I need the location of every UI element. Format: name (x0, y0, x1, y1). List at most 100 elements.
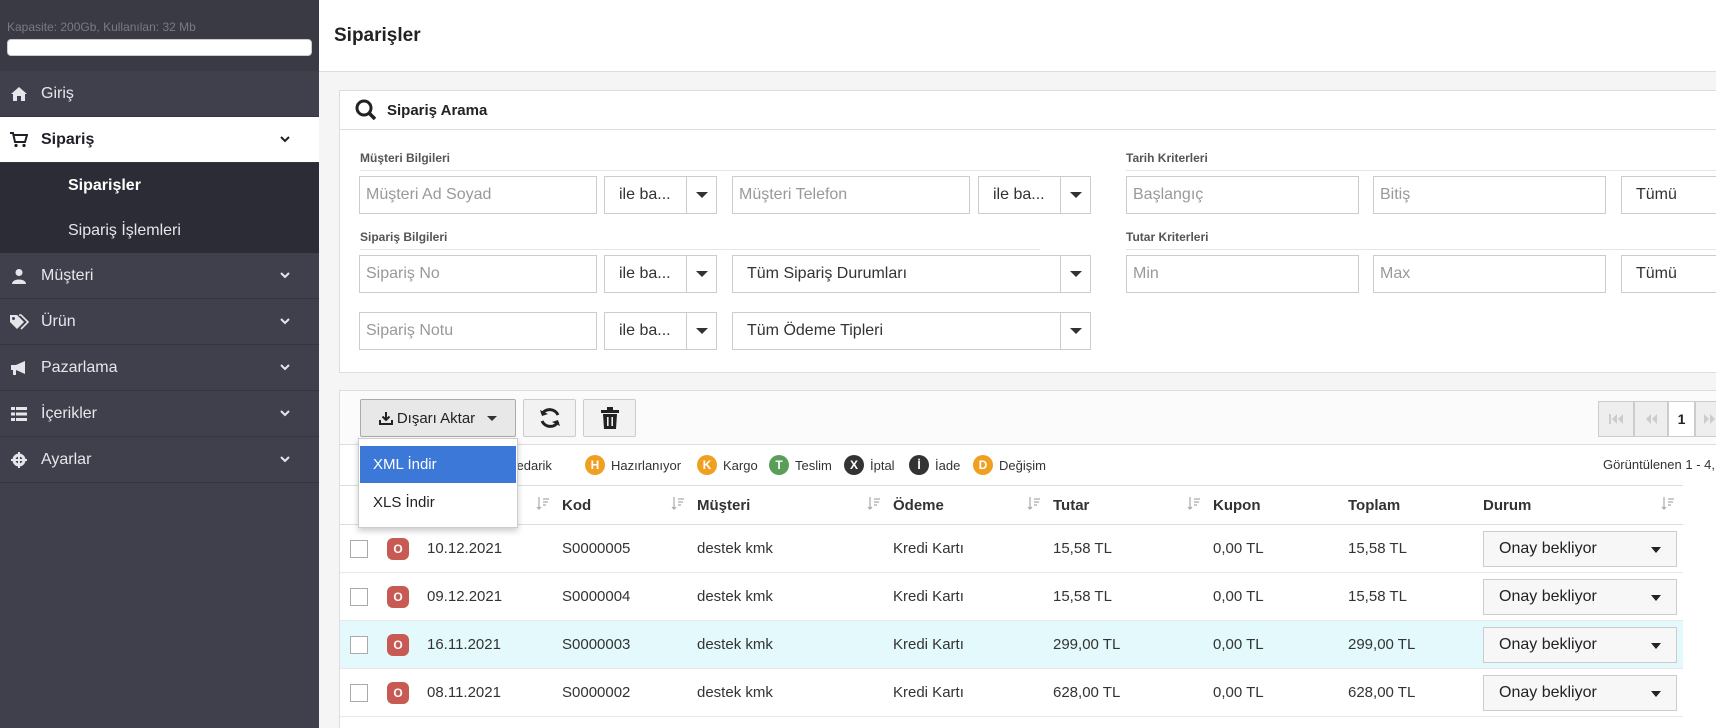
payment-type-select[interactable]: Tüm Ödeme Tipleri (732, 312, 1091, 350)
cell-total: 15,58 TL (1348, 572, 1483, 621)
cell-amount: 299,00 TL (1053, 620, 1213, 669)
status-badge: O (387, 585, 409, 608)
order-status-select[interactable]: Tüm Sipariş Durumları (732, 255, 1091, 293)
customer-name-match-select[interactable]: ile ba... (604, 176, 717, 214)
max-amount-input[interactable]: Max (1373, 255, 1606, 293)
legend-item: X İptal (844, 455, 895, 475)
sidebar-item-urun[interactable]: Ürün (0, 299, 319, 345)
export-label: Dışarı Aktar (396, 409, 476, 427)
customer-phone-match-select[interactable]: ile ba... (978, 176, 1091, 214)
sort-icon (1187, 497, 1200, 510)
gear-icon (9, 450, 29, 470)
cell-customer: destek kmk (697, 572, 893, 621)
previous-page-button[interactable] (1634, 401, 1668, 437)
cell-code[interactable]: S0000005 (562, 524, 697, 573)
row-checkbox[interactable] (350, 587, 368, 606)
cell-date: 10.12.2021 (427, 524, 562, 573)
showing-count: Görüntülenen 1 - 4, (1602, 457, 1715, 472)
caret-down-icon (1060, 177, 1090, 213)
row-checkbox[interactable] (350, 683, 368, 702)
sidebar-item-musteri[interactable]: Müşteri (0, 253, 319, 299)
refresh-button[interactable] (523, 399, 576, 437)
divider (360, 170, 1040, 171)
caret-down-icon (487, 415, 498, 421)
delete-button[interactable] (583, 399, 636, 437)
customer-name-input[interactable]: Müşteri Ad Soyad (359, 176, 597, 214)
export-xls-option[interactable]: XLS İndir (360, 484, 516, 521)
start-date-input[interactable]: Başlangıç (1126, 176, 1359, 214)
cell-payment: Kredi Kartı (893, 572, 1053, 621)
sidebar-item-giris[interactable]: Giriş (0, 71, 319, 117)
header-customer[interactable]: Müşteri (697, 485, 893, 525)
order-note-match-select[interactable]: ile ba... (604, 312, 717, 350)
order-no-input[interactable]: Sipariş No (359, 255, 597, 293)
caret-down-icon (1651, 546, 1661, 553)
sort-icon (1661, 497, 1674, 510)
storage-quota: Kapasite: 200Gb, Kullanılan: 32 Mb (0, 0, 319, 71)
amount-section-label: Tutar Kriterleri (1126, 230, 1209, 244)
header-code[interactable]: Kod (562, 485, 697, 525)
customer-phone-input[interactable]: Müşteri Telefon (732, 176, 970, 214)
sidebar-item-label: Ürün (41, 312, 76, 330)
sidebar-item-pazarlama[interactable]: Pazarlama (0, 345, 319, 391)
cell-total: 15,58 TL (1348, 524, 1483, 573)
status-select[interactable]: Onay bekliyor (1483, 626, 1677, 663)
export-xml-option[interactable]: XML İndir (360, 446, 516, 483)
header-amount[interactable]: Tutar (1053, 485, 1213, 525)
status-select[interactable]: Onay bekliyor (1483, 530, 1677, 567)
chevron-down-icon (280, 410, 290, 417)
header-total: Toplam (1348, 485, 1483, 525)
sidebar-item-siparis[interactable]: Sipariş (0, 117, 319, 163)
cell-coupon: 0,00 TL (1213, 668, 1348, 717)
divider (360, 249, 1040, 250)
table-row[interactable]: O 10.12.2021 S0000005 destek kmk Kredi K… (340, 524, 1683, 573)
date-section-label: Tarih Kriterleri (1126, 151, 1208, 165)
sidebar-subitem-siparisler[interactable]: Siparişler (0, 163, 319, 208)
first-page-button[interactable] (1598, 401, 1634, 437)
sidebar-item-ayarlar[interactable]: Ayarlar (0, 437, 319, 483)
row-checkbox[interactable] (350, 539, 368, 558)
table-row[interactable]: O 16.11.2021 S0000003 destek kmk Kredi K… (340, 620, 1683, 669)
divider (1126, 170, 1716, 171)
cell-coupon: 0,00 TL (1213, 572, 1348, 621)
order-section-label: Sipariş Bilgileri (360, 230, 448, 244)
amount-range-select[interactable]: Tümü (1621, 255, 1716, 293)
header-status[interactable]: Durum (1483, 485, 1683, 525)
row-checkbox[interactable] (350, 635, 368, 654)
sidebar-item-icerikler[interactable]: İçerikler (0, 391, 319, 437)
export-button[interactable]: Dışarı Aktar (360, 399, 516, 437)
next-page-button[interactable] (1695, 401, 1716, 437)
table-row[interactable]: O 09.12.2021 S0000004 destek kmk Kredi K… (340, 572, 1683, 621)
refresh-icon (539, 408, 560, 428)
date-range-select[interactable]: Tümü (1621, 176, 1716, 214)
header-payment[interactable]: Ödeme (893, 485, 1053, 525)
order-no-match-select[interactable]: ile ba... (604, 255, 717, 293)
order-note-input[interactable]: Sipariş Notu (359, 312, 597, 350)
header-coupon: Kupon (1213, 485, 1348, 525)
status-select[interactable]: Onay bekliyor (1483, 578, 1677, 615)
table-row[interactable]: O 08.11.2021 S0000002 destek kmk Kredi K… (340, 668, 1683, 717)
user-icon (9, 266, 29, 286)
legend-label: Teslim (795, 457, 832, 473)
end-date-input[interactable]: Bitiş (1373, 176, 1606, 214)
caret-down-icon (1651, 690, 1661, 697)
cell-amount: 15,58 TL (1053, 572, 1213, 621)
orders-panel: Dışarı Aktar 1 Tedarik H Hazırlanıyor K … (339, 390, 1716, 728)
page-number[interactable]: 1 (1668, 401, 1695, 437)
sidebar-item-label: Müşteri (41, 266, 94, 284)
cell-code[interactable]: S0000002 (562, 668, 697, 717)
chevron-down-icon (280, 136, 290, 143)
min-amount-input[interactable]: Min (1126, 255, 1359, 293)
select-value: Tümü (1636, 186, 1677, 203)
order-search-panel: Sipariş Arama Müşteri Bilgileri Tarih Kr… (339, 90, 1716, 373)
cell-code[interactable]: S0000004 (562, 572, 697, 621)
megaphone-icon (9, 358, 29, 378)
caret-down-icon (686, 256, 716, 292)
status-select[interactable]: Onay bekliyor (1483, 674, 1677, 711)
tags-icon (9, 312, 29, 332)
sort-icon (536, 497, 549, 510)
sort-icon (867, 497, 880, 510)
customer-section-label: Müşteri Bilgileri (360, 151, 451, 165)
cell-code[interactable]: S0000003 (562, 620, 697, 669)
sidebar-subitem-siparis-islemleri[interactable]: Sipariş İşlemleri (0, 208, 319, 253)
